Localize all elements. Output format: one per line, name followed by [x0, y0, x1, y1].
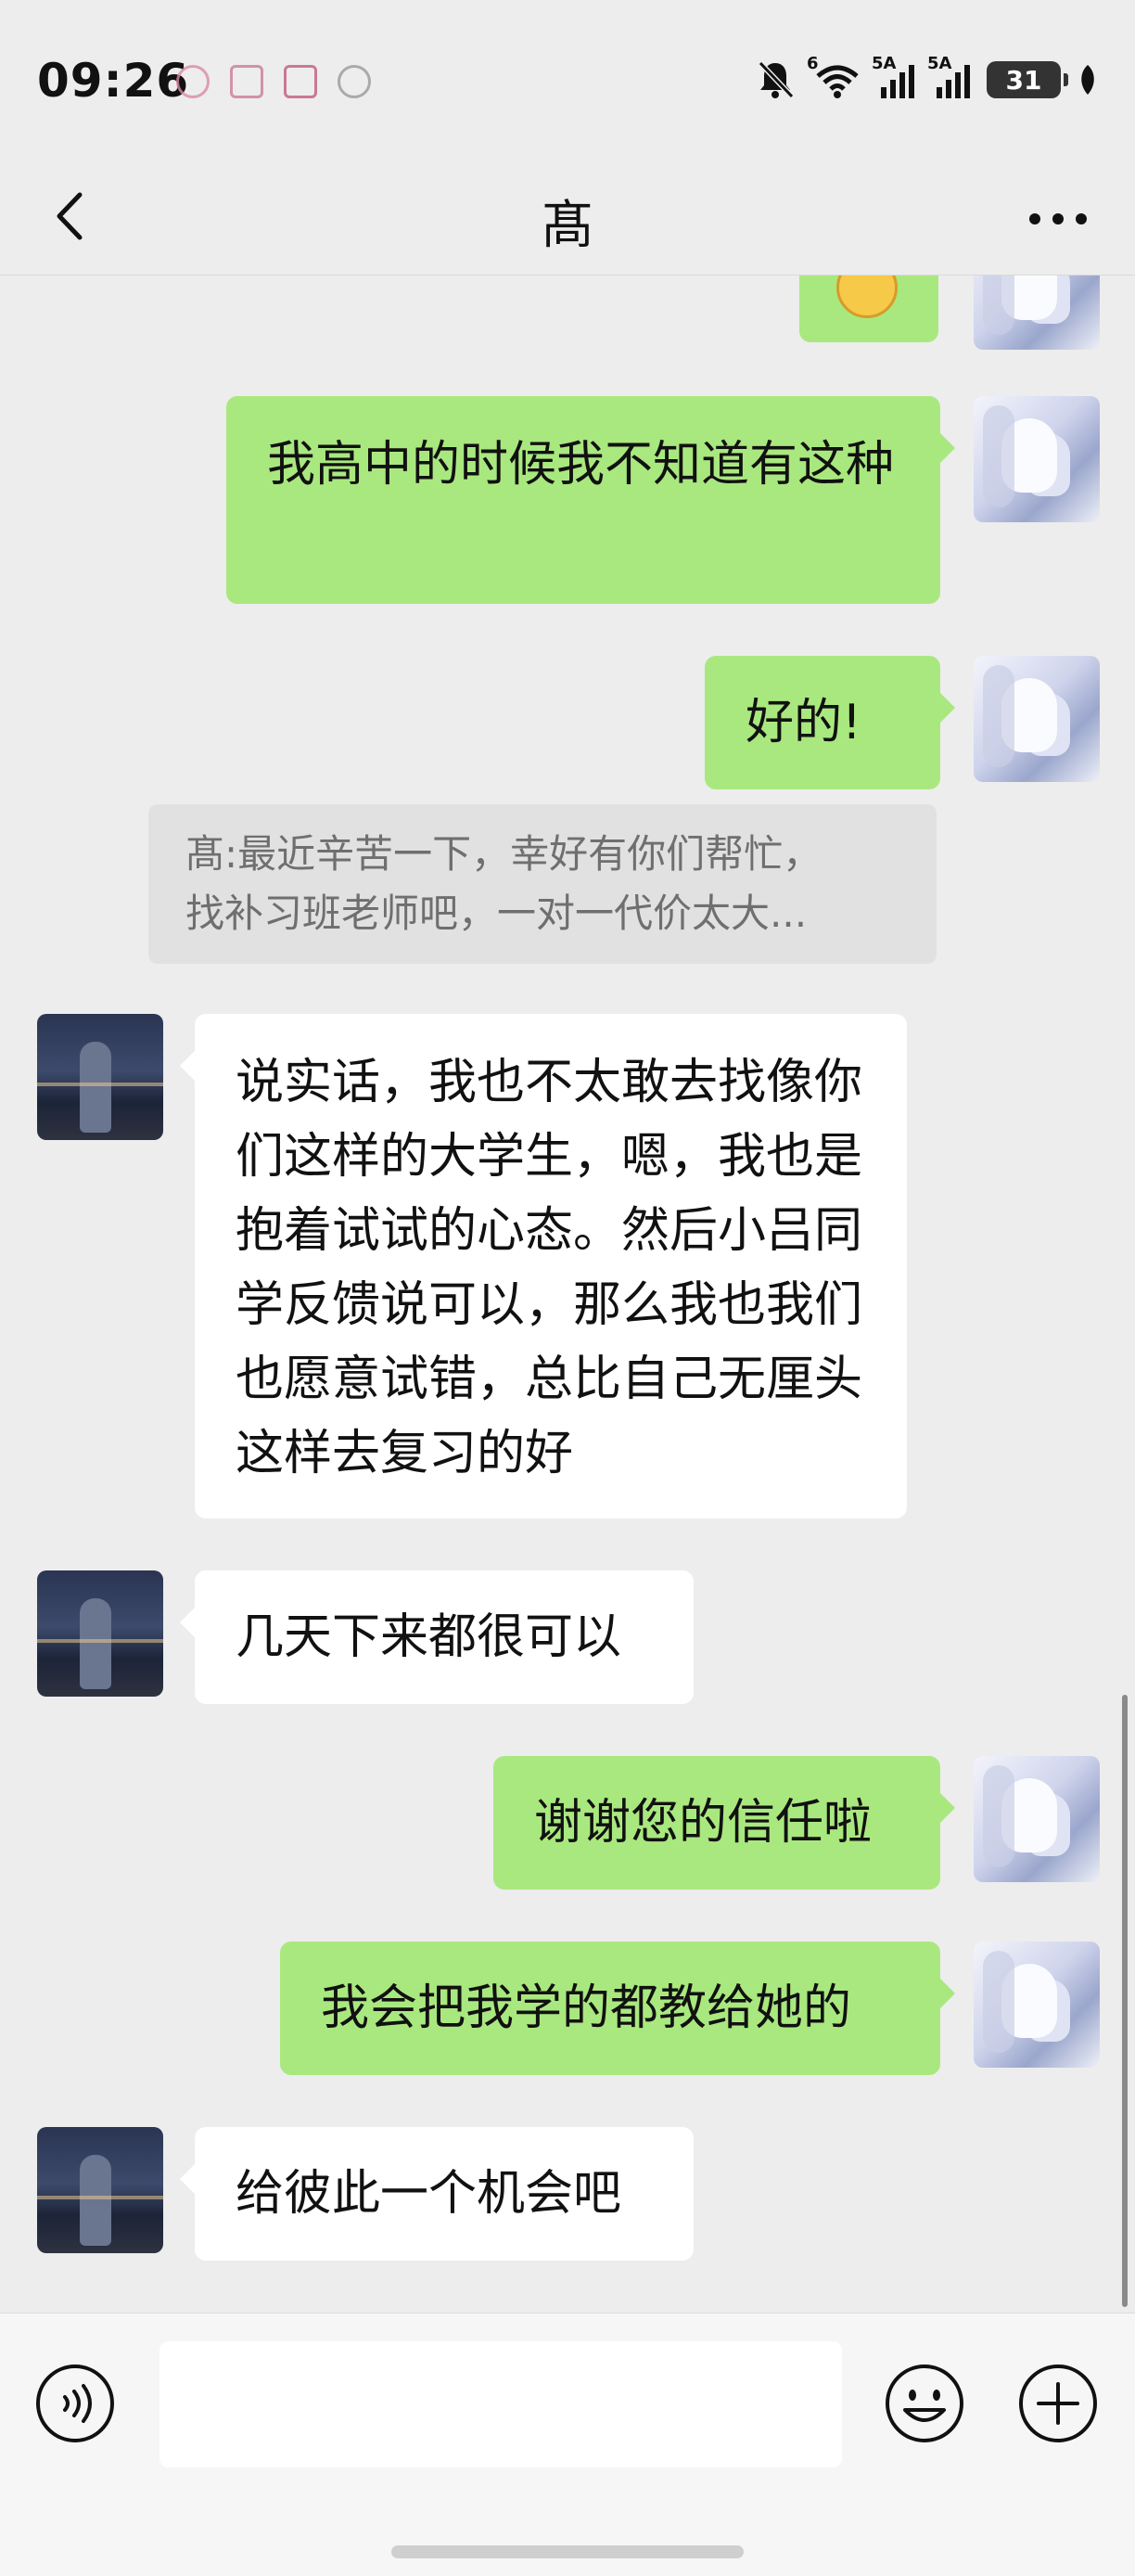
signal-1-label: 5A: [872, 54, 897, 73]
message-bubble-outgoing[interactable]: 我高中的时候我不知道有这种: [226, 396, 955, 604]
voice-icon[interactable]: [33, 2362, 117, 2445]
signal-2-label: 5A: [927, 54, 952, 73]
cellular-signal-2-icon: 5A: [927, 54, 970, 98]
app-notification-icon: [176, 65, 210, 98]
message-list[interactable]: 我高中的时候我不知道有这种 好的! 髙:最近辛苦一下，幸好有你们帮忙， 找补习班…: [0, 276, 1135, 2313]
emoji-icon[interactable]: [883, 2362, 966, 2445]
message-bubble-outgoing[interactable]: 好的!: [705, 656, 955, 789]
message-bubble-outgoing[interactable]: 我会把我学的都教给她的: [280, 1942, 955, 2075]
status-bar: 09:26 6 5A 5A 31: [0, 0, 1135, 163]
battery-icon: 31: [987, 61, 1068, 98]
avatar[interactable]: [974, 396, 1100, 522]
leaf-icon: [1081, 65, 1094, 95]
quote-line-2: 找补习班老师吧，一对一代价太大...: [185, 891, 808, 936]
status-indicators: 6 5A 5A 31: [757, 54, 1098, 100]
plus-icon[interactable]: [1016, 2362, 1100, 2445]
home-indicator[interactable]: [391, 2545, 744, 2558]
app-notification-icon: [338, 65, 371, 98]
chat-header: 髙: [0, 163, 1135, 276]
more-horizontal-icon[interactable]: [1026, 191, 1090, 247]
message-bubble-incoming[interactable]: 说实话，我也不太敢去找像你们这样的大学生，嗯，我也是抱着试试的心态。然后小吕同学…: [180, 1014, 907, 1519]
avatar[interactable]: [974, 276, 1100, 350]
emoji-message[interactable]: [799, 276, 938, 342]
input-bar: [0, 2313, 1135, 2576]
avatar[interactable]: [974, 1756, 1100, 1882]
scrollbar[interactable]: [1122, 1695, 1128, 2307]
avatar[interactable]: [974, 1942, 1100, 2068]
mute-bell-icon: [758, 60, 794, 99]
status-time: 09:26: [37, 54, 190, 108]
app-notification-icon: [284, 65, 317, 98]
cellular-signal-1-icon: 5A: [872, 54, 914, 98]
app-notification-icon: [230, 65, 263, 98]
notification-icons: [176, 65, 371, 98]
message-bubble-incoming[interactable]: 几天下来都很可以: [180, 1570, 694, 1704]
avatar[interactable]: [37, 1014, 163, 1140]
message-input[interactable]: [159, 2341, 842, 2467]
message-bubble-incoming[interactable]: 给彼此一个机会吧: [180, 2127, 694, 2261]
avatar[interactable]: [974, 656, 1100, 782]
message-bubble-outgoing[interactable]: 谢谢您的信任啦: [493, 1756, 955, 1890]
wifi-icon: 6: [807, 54, 859, 98]
quoted-message[interactable]: 髙:最近辛苦一下，幸好有你们帮忙， 找补习班老师吧，一对一代价太大...: [148, 804, 937, 964]
emoji-face-icon: [836, 276, 898, 318]
chat-title: 髙: [542, 196, 593, 256]
quote-line-1: 髙:最近辛苦一下，幸好有你们帮忙，: [185, 831, 823, 877]
avatar[interactable]: [37, 2127, 163, 2253]
avatar[interactable]: [37, 1570, 163, 1697]
wifi-label: 6: [807, 54, 819, 73]
